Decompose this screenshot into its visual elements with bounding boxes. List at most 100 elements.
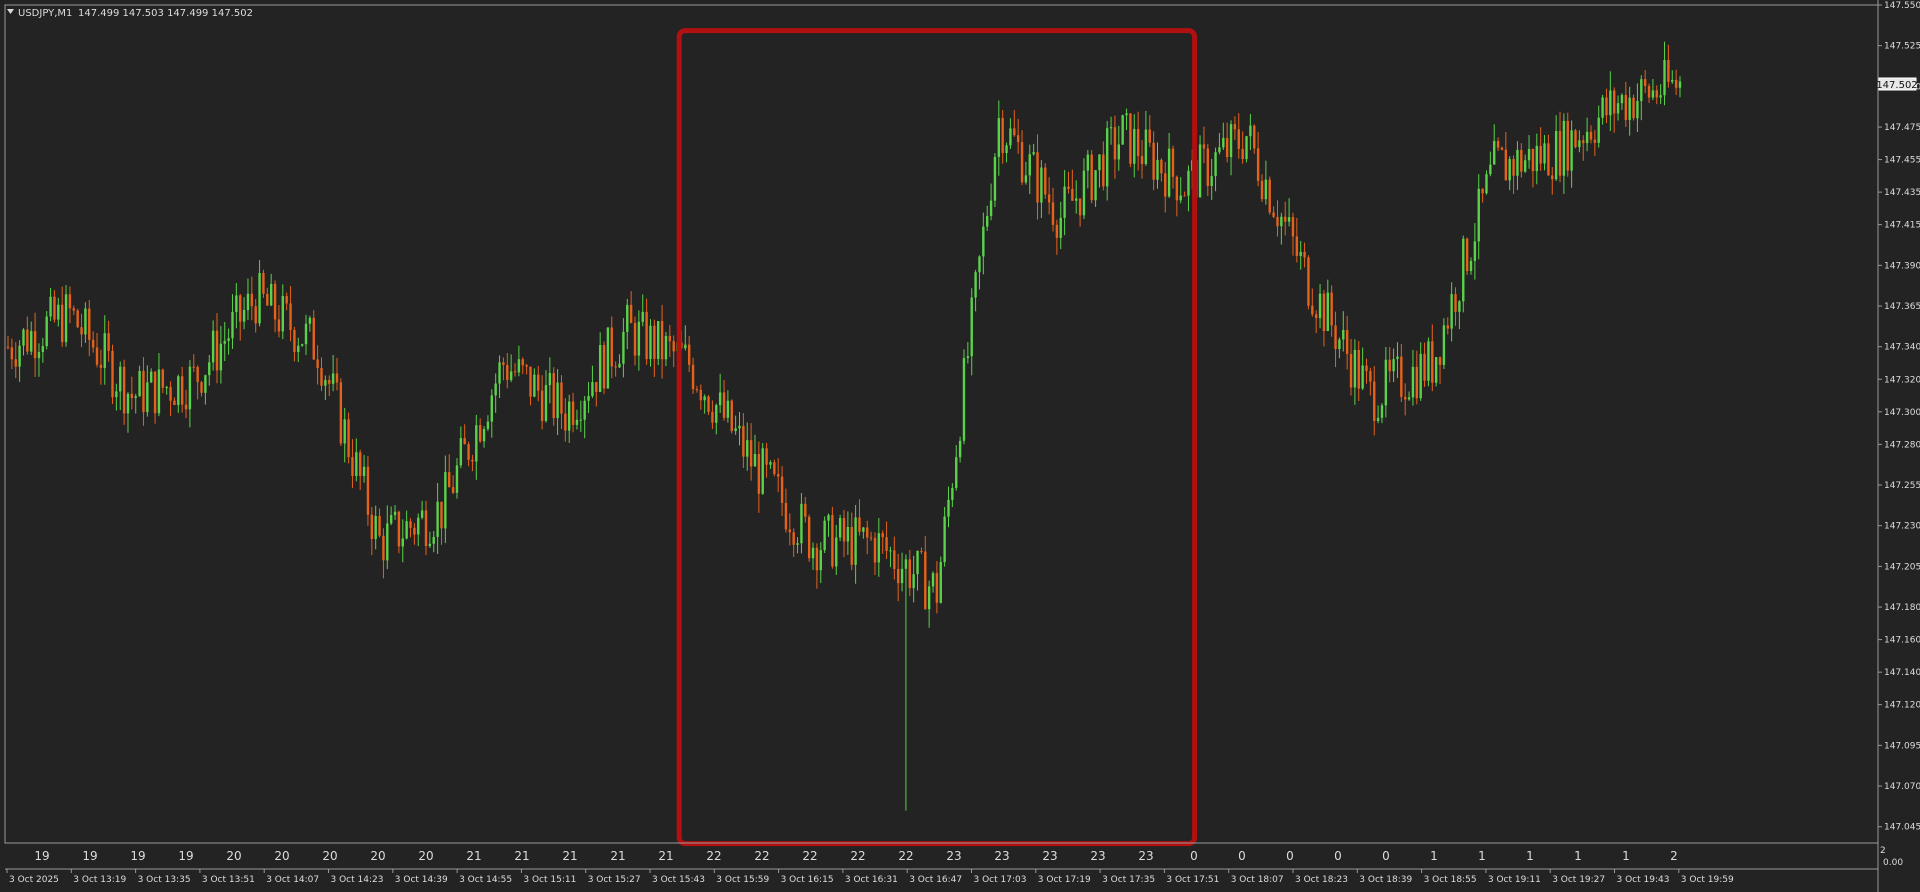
hour-label: 22 — [802, 849, 817, 863]
time-tick-label: 3 Oct 19:59 — [1681, 875, 1734, 885]
candle-body — [974, 272, 977, 298]
candle-body — [1671, 79, 1674, 82]
candle-body — [1388, 359, 1391, 372]
hour-label: 21 — [658, 849, 673, 863]
candle-body — [351, 457, 354, 476]
candle-body — [192, 366, 195, 368]
candle-body — [142, 370, 145, 413]
time-tick-label: 3 Oct 13:35 — [138, 875, 191, 885]
candle-body — [80, 327, 83, 335]
candle-body — [931, 573, 935, 587]
candle-body — [823, 520, 826, 551]
candle-body — [583, 400, 586, 420]
candle-body — [618, 363, 621, 368]
candle-body — [1121, 115, 1124, 145]
candle-body — [1016, 135, 1020, 143]
candle-body — [1032, 152, 1035, 155]
candle-body — [908, 559, 911, 589]
candle-body — [900, 568, 904, 584]
candle-body — [1218, 147, 1221, 153]
candle-body — [947, 499, 950, 517]
hour-label: 19 — [178, 849, 193, 863]
time-tick-label: 3 Oct 13:19 — [73, 875, 126, 885]
candle-body — [1582, 140, 1585, 144]
candle-body — [448, 472, 451, 488]
candle-body — [1527, 148, 1531, 161]
candle-body — [300, 344, 304, 346]
hour-label: 20 — [274, 849, 289, 863]
candle-body — [1326, 292, 1329, 332]
candle-body — [486, 421, 490, 430]
candle-body — [18, 345, 21, 367]
candle-body — [1105, 128, 1109, 187]
candle-body — [962, 358, 966, 441]
candle-body — [440, 501, 443, 529]
candle-body — [1113, 127, 1117, 160]
candle-body — [591, 382, 594, 397]
candle-body — [347, 419, 350, 458]
candle-body — [757, 453, 761, 494]
candle-body — [88, 308, 91, 340]
candle-body — [1311, 305, 1314, 315]
candle-body — [1140, 155, 1144, 165]
candle-body — [1493, 140, 1496, 165]
candle-body — [966, 356, 970, 359]
candle-body — [1175, 176, 1179, 201]
candle-body — [1225, 137, 1229, 158]
candle-body — [978, 256, 981, 273]
candle-body — [53, 296, 56, 320]
candle-body — [1071, 188, 1074, 201]
candle-body — [269, 283, 273, 306]
candle-body — [180, 376, 184, 405]
symbol-header[interactable]: USDJPY,M1 147.499 147.503 147.499 147.50… — [7, 8, 253, 19]
candle-body — [1353, 349, 1357, 388]
candle-body — [33, 331, 37, 359]
price-tick-label: 147.120 — [1884, 701, 1920, 711]
candle-body — [1183, 195, 1186, 197]
candle-body — [1334, 325, 1337, 350]
candle-body — [428, 543, 432, 547]
hour-label: 23 — [1042, 849, 1057, 863]
candle-body — [788, 529, 792, 533]
time-tick-label: 3 Oct 14:07 — [266, 875, 319, 885]
price-tag-text: 147.502 — [1876, 80, 1917, 91]
candle-body — [1473, 241, 1477, 261]
price-tick-label: 147.415 — [1884, 221, 1920, 231]
candle-body — [49, 296, 52, 317]
candle-body — [1562, 120, 1566, 176]
candle-body — [1411, 366, 1415, 398]
candle-body — [409, 521, 412, 528]
candle-body — [734, 428, 737, 432]
candle-body — [525, 365, 528, 367]
candle-body — [800, 503, 803, 544]
candle-body — [1516, 149, 1519, 176]
candle-body — [1609, 90, 1612, 116]
candle-body — [157, 369, 161, 414]
price-chart[interactable]: 147.045 147.070 147.095 147.120 147.140 147.1… — [0, 0, 1920, 892]
candle-body — [746, 440, 749, 457]
candle-body — [552, 373, 555, 419]
candle-body — [1024, 175, 1028, 183]
candle-body — [374, 515, 377, 539]
price-tick-label: 147.045 — [1884, 823, 1920, 833]
candle-body — [1233, 124, 1237, 130]
candle-body — [289, 303, 292, 331]
hour-label: 22 — [898, 849, 913, 863]
price-tick-label: 147.300 — [1884, 408, 1920, 418]
candle-body — [463, 438, 466, 445]
candle-body — [1164, 173, 1167, 197]
hour-label: 19 — [82, 849, 97, 863]
candle-body — [161, 369, 165, 388]
candle-body — [742, 425, 745, 457]
candle-body — [958, 440, 962, 458]
candle-body — [324, 379, 327, 386]
candle-body — [1005, 145, 1008, 154]
candle-body — [188, 366, 192, 410]
candle-body — [122, 366, 126, 414]
candle-body — [281, 296, 284, 332]
time-tick-label: 3 Oct 2025 — [9, 875, 59, 885]
candle-body — [1167, 148, 1171, 197]
hour-label: 23 — [1138, 849, 1153, 863]
candle-body — [1198, 144, 1202, 198]
candle-body — [1396, 356, 1399, 360]
